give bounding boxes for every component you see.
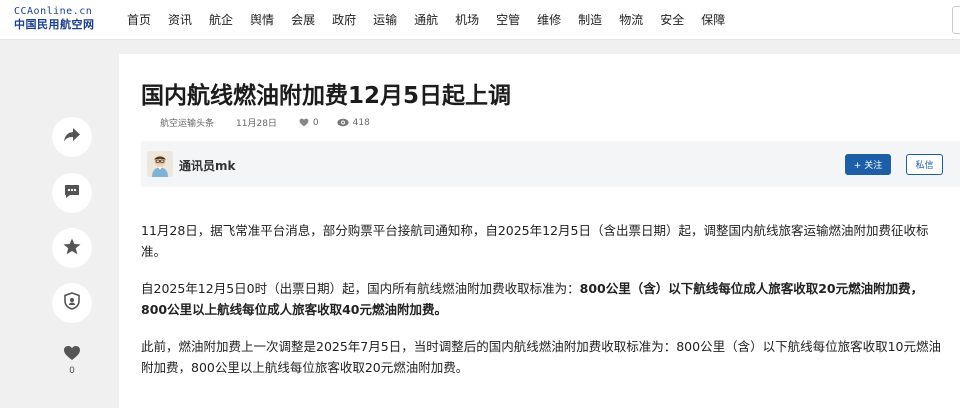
nav-item[interactable]: 安全 xyxy=(660,0,684,40)
nav-item[interactable]: 维修 xyxy=(537,0,561,40)
follow-button[interactable]: + 关注 xyxy=(845,154,891,175)
top-navigation-bar: CCAonline.cn 中国民用航空网 首页 资讯 航企 舆情 会展 政府 运输 通航 机场空… xyxy=(0,0,960,40)
nav-item[interactable]: 通航 xyxy=(414,0,438,40)
nav-item[interactable]: 制造 xyxy=(578,0,602,40)
paragraph-2-text: 自2025年12月5日0时（出票日期）起，国内所有航线燃油附加费收取标准为： xyxy=(141,281,580,296)
report-button[interactable] xyxy=(52,283,92,323)
comment-button[interactable] xyxy=(52,173,92,213)
nav-item[interactable]: 首页 xyxy=(127,0,151,40)
share-button[interactable] xyxy=(52,117,92,157)
private-message-button[interactable]: 私信 xyxy=(906,154,943,175)
main-nav: 首页 资讯 航企 舆情 会展 政府 运输 通航 机场 空管 维修 制造 物流 安全 保障 xyxy=(127,0,742,40)
like-stat-value: 0 xyxy=(312,117,319,128)
article-date: 11月28日 xyxy=(236,119,277,129)
like-count: 0 xyxy=(69,366,75,376)
view-stat: 418 xyxy=(337,118,370,128)
article-source[interactable]: 航空运输头条 xyxy=(160,116,214,129)
site-logo[interactable]: CCAonline.cn 中国民用航空网 xyxy=(14,6,104,34)
nav-item[interactable]: 资讯 xyxy=(168,0,192,40)
star-icon xyxy=(63,238,81,259)
article-card: 国内航线燃油附加费12月5日起上调 航空运输头条 11月28日 0 418 通讯… xyxy=(119,54,960,408)
share-icon xyxy=(63,127,81,147)
nav-item[interactable]: 运输 xyxy=(373,0,397,40)
nav-item[interactable]: 航企 xyxy=(209,0,233,40)
heart-icon xyxy=(299,118,309,127)
paragraph-1: 11月28日，据飞常准平台消息，部分购票平台接航司通知称，自2025年12月5日… xyxy=(141,223,929,259)
heart-icon xyxy=(63,345,81,365)
author-name[interactable]: 通讯员mk xyxy=(179,157,236,174)
report-icon xyxy=(64,292,80,314)
nav-item[interactable]: 政府 xyxy=(332,0,356,40)
article-meta: 航空运输头条 11月28日 0 418 xyxy=(160,116,388,130)
article-title: 国内航线燃油附加费12月5日起上调 xyxy=(141,83,512,109)
avatar[interactable] xyxy=(147,151,173,177)
nav-item[interactable]: 舆情 xyxy=(250,0,274,40)
favorite-button[interactable] xyxy=(52,228,92,268)
paragraph-2: 自2025年12月5日0时（出票日期）起，国内所有航线燃油附加费收取标准为：80… xyxy=(141,278,945,320)
nav-item[interactable]: 空管 xyxy=(496,0,520,40)
eye-icon xyxy=(337,118,349,127)
like-stat: 0 xyxy=(299,118,319,128)
comment-icon xyxy=(64,184,80,203)
nav-item[interactable]: 会展 xyxy=(291,0,315,40)
logo-domain: CCAonline.cn xyxy=(14,6,93,17)
logo-name: 中国民用航空网 xyxy=(14,18,95,31)
search-box-edge[interactable] xyxy=(952,6,960,34)
author-bar: 通讯员mk + 关注 私信 xyxy=(141,141,960,187)
nav-item[interactable]: 机场 xyxy=(455,0,479,40)
view-stat-value: 418 xyxy=(352,117,370,128)
nav-item[interactable]: 保障 xyxy=(701,0,725,40)
paragraph-3: 此前，燃油附加费上一次调整是2025年7月5日，当时调整后的国内航线燃油附加费收… xyxy=(141,339,941,375)
article-body: 11月28日，据飞常准平台消息，部分购票平台接航司通知称，自2025年12月5日… xyxy=(141,220,945,394)
nav-item[interactable]: 物流 xyxy=(619,0,643,40)
